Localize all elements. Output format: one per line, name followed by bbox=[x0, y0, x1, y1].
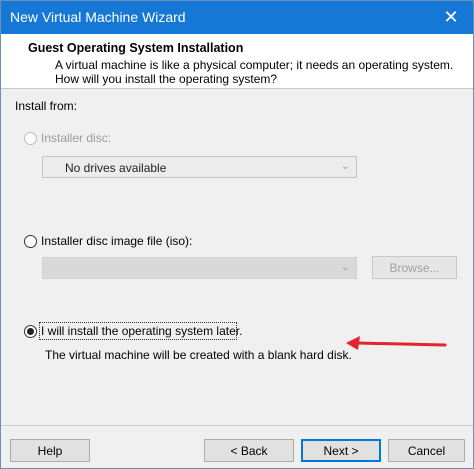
window-title: New Virtual Machine Wizard bbox=[10, 9, 186, 25]
install-later-radio[interactable] bbox=[24, 325, 37, 338]
disc-drive-value: No drives available bbox=[65, 161, 167, 175]
close-icon[interactable]: ✕ bbox=[429, 1, 473, 34]
back-button[interactable]: < Back bbox=[204, 439, 294, 462]
next-button[interactable]: Next > bbox=[301, 439, 381, 462]
iso-image-radio[interactable] bbox=[24, 235, 37, 248]
iso-image-label: Installer disc image file (iso): bbox=[41, 234, 193, 248]
arrow-head bbox=[346, 336, 360, 350]
installer-disc-radio[interactable] bbox=[24, 132, 37, 145]
help-button[interactable]: Help bbox=[10, 439, 90, 462]
chevron-down-icon: ⌄ bbox=[340, 160, 350, 172]
chevron-down-icon: ⌄ bbox=[340, 261, 350, 273]
page-title: Guest Operating System Installation bbox=[28, 41, 244, 55]
cancel-button[interactable]: Cancel bbox=[388, 439, 465, 462]
install-later-label: I will install the operating system late… bbox=[41, 324, 243, 338]
description-line-1: A virtual machine is like a physical com… bbox=[55, 58, 454, 72]
iso-path-combobox[interactable]: ⌄ bbox=[42, 257, 357, 279]
wizard-window: New Virtual Machine Wizard ✕ Guest Opera… bbox=[0, 0, 474, 469]
red-arrow-annotation bbox=[346, 336, 447, 350]
description-line-2: How will you install the operating syste… bbox=[55, 72, 278, 86]
disc-drive-dropdown[interactable]: No drives available ⌄ bbox=[42, 156, 357, 178]
arrow-shaft bbox=[355, 341, 447, 347]
browse-button[interactable]: Browse... bbox=[372, 256, 457, 279]
install-from-label: Install from: bbox=[15, 99, 78, 113]
wizard-header: Guest Operating System Installation A vi… bbox=[1, 34, 473, 89]
title-bar: New Virtual Machine Wizard ✕ bbox=[1, 1, 473, 34]
footer-separator bbox=[1, 425, 473, 426]
page-description: A virtual machine is like a physical com… bbox=[55, 58, 455, 86]
installer-disc-label: Installer disc: bbox=[41, 131, 112, 145]
blank-disk-note: The virtual machine will be created with… bbox=[45, 348, 352, 362]
